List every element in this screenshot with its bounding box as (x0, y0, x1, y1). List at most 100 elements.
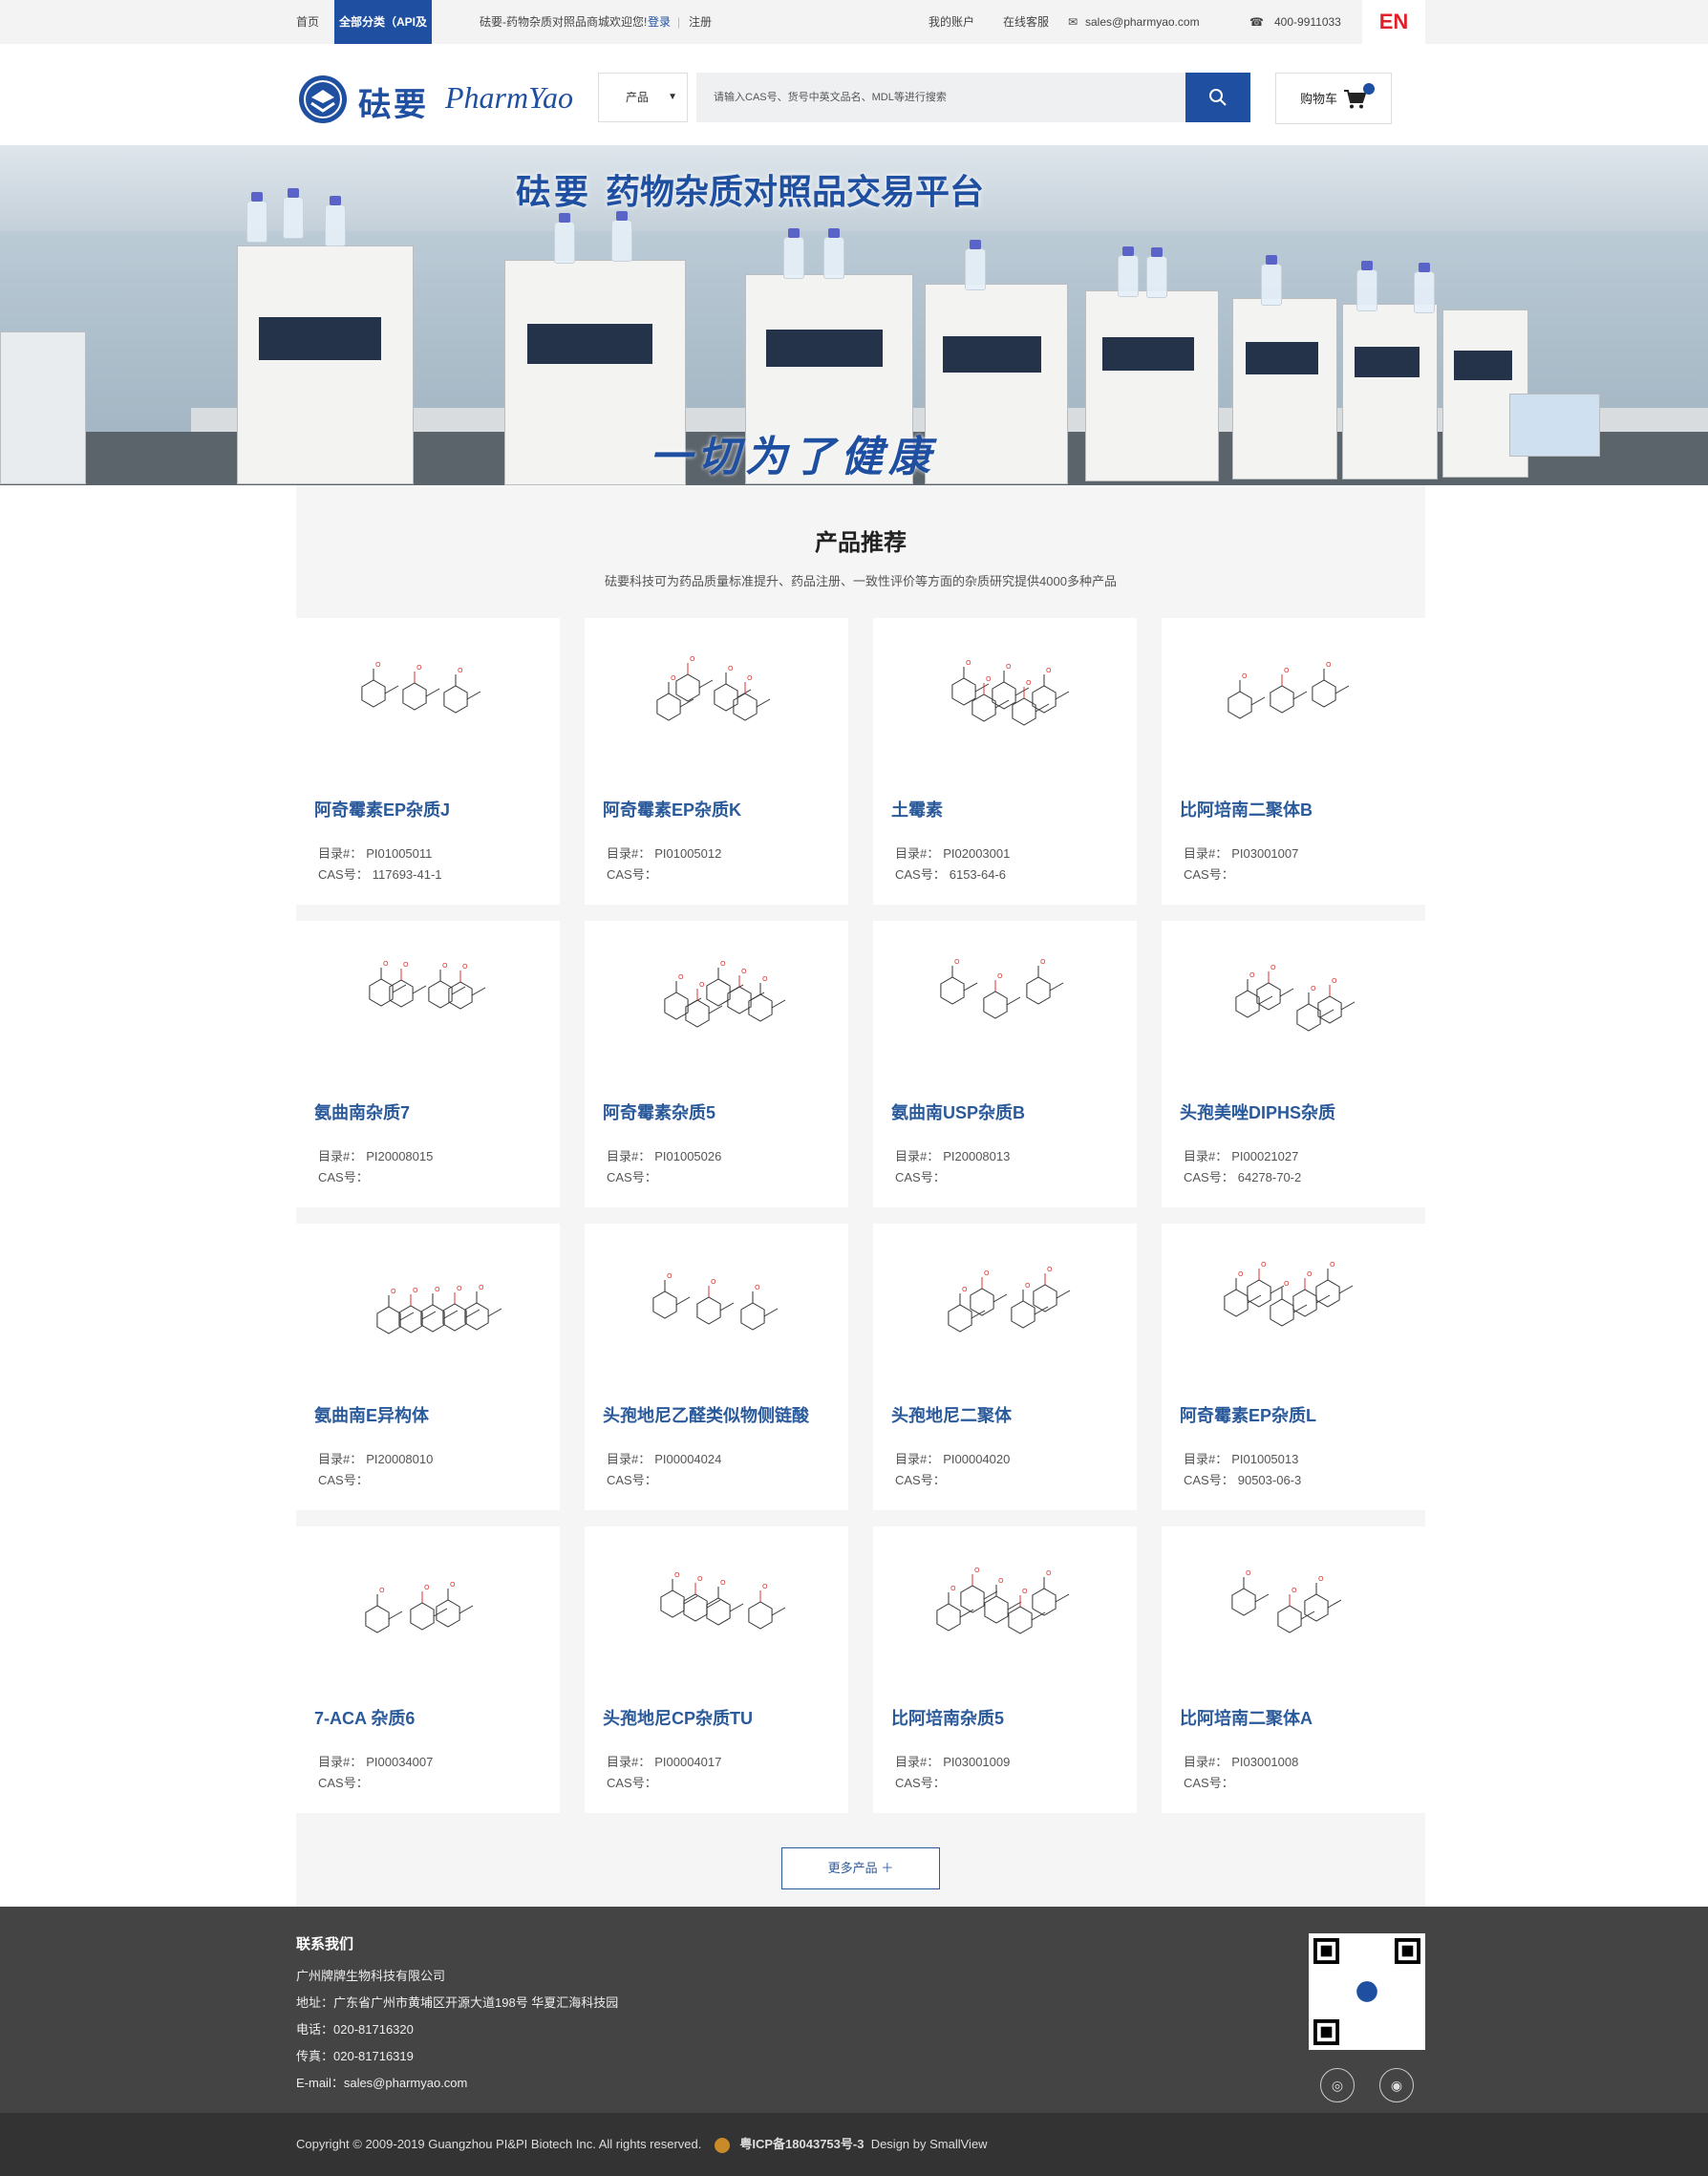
product-card[interactable]: O O O O 头孢地尼二聚体 目录#： PI00004020 CAS号： (873, 1224, 1137, 1510)
my-account-link[interactable]: 我的账户 (929, 0, 974, 44)
plus-icon: ＋ (881, 1861, 894, 1875)
svg-text:O: O (954, 958, 960, 966)
svg-text:O: O (1330, 1261, 1335, 1269)
wechat-icon[interactable]: ◎ (1320, 2068, 1355, 2102)
product-name[interactable]: 头孢地尼CP杂质TU (603, 1705, 753, 1730)
product-name[interactable]: 氨曲南USP杂质B (891, 1099, 1025, 1124)
product-name[interactable]: 7-ACA 杂质6 (314, 1705, 415, 1730)
product-name[interactable]: 头孢地尼二聚体 (891, 1402, 1012, 1427)
product-card[interactable]: O O O O O 阿奇霉素杂质5 目录#： PI01005026 CAS号： (585, 921, 848, 1207)
catalog-value: PI03001008 (1231, 1755, 1299, 1769)
product-cas: CAS号： 117693-41-1 (314, 864, 442, 883)
register-link[interactable]: 注册 (689, 0, 712, 44)
weibo-icon[interactable]: ◉ (1379, 2068, 1414, 2102)
design-credit[interactable]: Design by SmallView (871, 2137, 988, 2151)
molecule-structure-image[interactable]: OOOOO (621, 948, 812, 1072)
product-name[interactable]: 土霉素 (891, 797, 943, 821)
product-card[interactable]: O O O 阿奇霉素EP杂质J 目录#： PI01005011 CAS号： 117693-41… (296, 618, 560, 905)
molecule-structure-image[interactable]: OOOOO (332, 1250, 523, 1375)
product-card[interactable]: O O O 比阿培南二聚体B 目录#： PI03001007 CAS号： (1162, 618, 1425, 905)
product-card[interactable]: O O O O O 比阿培南杂质5 目录#： PI03001009 CAS号： (873, 1526, 1137, 1813)
svg-text:O: O (1046, 1569, 1052, 1577)
product-name[interactable]: 头孢地尼乙醛类似物侧链酸 (603, 1402, 809, 1427)
product-name[interactable]: 氨曲南杂质7 (314, 1099, 410, 1124)
molecule-structure-image[interactable]: OOOO (332, 948, 523, 1072)
product-card[interactable]: O O O 比阿培南二聚体A 目录#： PI03001008 CAS号： (1162, 1526, 1425, 1813)
more-products-button[interactable]: 更多产品 ＋ (781, 1847, 940, 1889)
banner-bottle (1414, 263, 1435, 313)
molecule-structure-image[interactable]: OOOOO (909, 645, 1100, 769)
molecule-structure-image[interactable]: OOO (1198, 1553, 1389, 1677)
banner-instrument (237, 245, 414, 484)
product-card[interactable]: O O O O 头孢美唑DIPHS杂质 目录#： PI00021027 CAS号： 64278-… (1162, 921, 1425, 1207)
svg-text:O: O (762, 1583, 768, 1590)
svg-text:O: O (1006, 663, 1012, 671)
product-name[interactable]: 头孢美唑DIPHS杂质 (1180, 1099, 1335, 1124)
language-switch[interactable]: EN (1362, 0, 1425, 44)
product-catalog: 目录#： PI01005011 (314, 843, 432, 862)
product-catalog: 目录#： PI02003001 (891, 843, 1010, 862)
molecule-structure-image[interactable]: OOOOO (909, 1553, 1100, 1677)
product-card[interactable]: O O O 头孢地尼乙醛类似物侧链酸 目录#： PI00004024 CAS号： (585, 1224, 848, 1510)
molecule-structure-image[interactable]: OOOO (621, 1553, 812, 1677)
product-cas: CAS号： (603, 1470, 661, 1488)
molecule-structure-image[interactable]: OOOO (909, 1250, 1100, 1375)
all-categories-button[interactable]: 全部分类（API及其杂质） (334, 0, 432, 73)
home-link[interactable]: 首页 (296, 0, 319, 44)
molecule-structure-image[interactable]: OOO (621, 1250, 812, 1375)
product-name[interactable]: 阿奇霉素EP杂质J (314, 797, 450, 821)
footer-title: 联系我们 (296, 1936, 354, 1952)
product-cas: CAS号： (314, 1773, 373, 1791)
search-input[interactable]: 请输入CAS号、货号中英文品名、MDL等进行搜索 (696, 73, 1185, 122)
molecule-structure-image[interactable]: OOO (909, 948, 1100, 1072)
product-catalog: 目录#： PI00004020 (891, 1449, 1010, 1467)
product-name[interactable]: 比阿培南二聚体B (1180, 797, 1313, 821)
chevron-down-icon: ▼ (668, 92, 677, 102)
product-name[interactable]: 比阿培南二聚体A (1180, 1705, 1313, 1730)
search-button[interactable] (1185, 73, 1250, 122)
select-value: 产品 (626, 91, 650, 104)
product-cas: CAS号： 6153-64-6 (891, 864, 1006, 883)
product-name[interactable]: 氨曲南E异构体 (314, 1402, 429, 1427)
footer-address: 地址：广东省广州市黄埔区开源大道198号 华夏汇海科技园 (296, 1995, 619, 2010)
product-card[interactable]: O O O O O 氨曲南E异构体 目录#： PI20008010 CAS号： (296, 1224, 560, 1510)
product-name[interactable]: 阿奇霉素EP杂质K (603, 797, 741, 821)
product-card[interactable]: O O O 氨曲南USP杂质B 目录#： PI20008013 CAS号： (873, 921, 1137, 1207)
product-card[interactable]: O O O O 头孢地尼CP杂质TU 目录#： PI00004017 CAS号： (585, 1526, 848, 1813)
login-link[interactable]: 登录 (648, 0, 671, 44)
logo-text-cn[interactable]: 砝要 (358, 78, 429, 125)
email-link[interactable]: sales@pharmyao.com (1085, 0, 1200, 44)
molecule-structure-image[interactable]: OOOO (1198, 948, 1389, 1072)
molecule-structure-image[interactable]: OOO (332, 645, 523, 769)
product-catalog: 目录#： PI01005013 (1180, 1449, 1298, 1467)
product-card[interactable]: O O O O O 土霉素目录#： PI02003001 CAS号： 6153-64-6 (873, 618, 1137, 905)
icp-link[interactable]: 粤ICP备18043753号-3 (739, 2137, 864, 2151)
svg-text:O: O (950, 1585, 956, 1592)
molecule-structure-image[interactable]: OOO (1198, 645, 1389, 769)
product-name[interactable]: 阿奇霉素杂质5 (603, 1099, 715, 1124)
product-catalog: 目录#： PI20008015 (314, 1146, 433, 1164)
logo-icon[interactable] (298, 75, 348, 124)
svg-text:O: O (479, 1284, 484, 1291)
product-card[interactable]: O O O 7-ACA 杂质6 目录#： PI00034007 CAS号： (296, 1526, 560, 1813)
product-name[interactable]: 比阿培南杂质5 (891, 1705, 1004, 1730)
molecule-structure-image[interactable]: OOO (332, 1553, 523, 1677)
catalog-value: PI20008010 (366, 1452, 434, 1466)
product-name[interactable]: 阿奇霉素EP杂质L (1180, 1402, 1316, 1427)
molecule-structure-image[interactable]: OOOO (621, 645, 812, 769)
product-card[interactable]: O O O O 阿奇霉素EP杂质K 目录#： PI01005012 CAS号： (585, 618, 848, 905)
cart-button[interactable]: 购物车 (1275, 73, 1392, 124)
cas-label: CAS号： (1184, 1170, 1234, 1184)
product-card[interactable]: O O O O O 阿奇霉素EP杂质L 目录#： PI01005013 CAS号： 90503-0… (1162, 1224, 1425, 1510)
svg-text:O: O (1326, 661, 1332, 669)
product-card[interactable]: O O O O 氨曲南杂质7 目录#： PI20008015 CAS号： (296, 921, 560, 1207)
catalog-value: PI03001007 (1231, 846, 1299, 861)
logo-text-en[interactable]: PharmYao (445, 80, 573, 116)
online-service-link[interactable]: 在线客服 (1003, 0, 1049, 44)
svg-text:O: O (1292, 1587, 1297, 1594)
phone-icon: ☎ (1249, 15, 1264, 29)
banner-brand: 砝要 (516, 173, 593, 211)
search-category-select[interactable]: 产品 ▼ (598, 73, 688, 122)
svg-text:O: O (728, 665, 734, 672)
molecule-structure-image[interactable]: OOOOO (1198, 1250, 1389, 1375)
